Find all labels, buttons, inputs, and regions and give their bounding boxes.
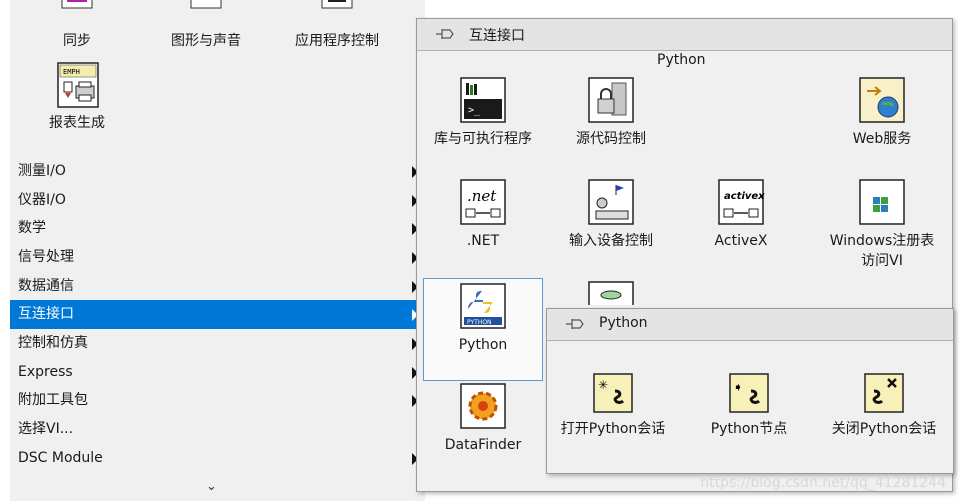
popup-title: Python (599, 315, 648, 331)
watermark: https://blog.csdn.net/qq_41281244 (700, 475, 946, 491)
svg-text:.net: .net (467, 187, 497, 205)
item-datafinder[interactable]: DataFinder (421, 383, 545, 455)
python-node-icon: ➧ (729, 373, 769, 413)
category-label: 数学 (18, 220, 46, 236)
category-label: 仪器I/O (18, 192, 66, 208)
palette-icon-report-generation[interactable]: EMPH 报表生成 (22, 62, 132, 132)
item-input-device-control[interactable]: 输入设备控制 (549, 179, 673, 251)
pin-icon[interactable] (565, 317, 585, 331)
item-database-partial[interactable] (549, 281, 673, 305)
functions-palette: 同步 图形与声音 应用程序控制 EMPH 报表生成 测量I/O 仪器I/O 数学… (0, 0, 425, 501)
windows-registry-icon (857, 179, 907, 225)
item-activex[interactable]: activex ActiveX (679, 179, 803, 251)
popup-header: Python (547, 309, 953, 341)
more-chevron-icon[interactable]: ⌄ (206, 479, 217, 494)
category-interconnect[interactable]: 互连接口 (10, 300, 422, 329)
palette-left-margin (0, 0, 10, 501)
python-popup: Python ✳ 打开Python会话 ➧ Python节点 关闭Python会… (546, 308, 954, 474)
category-measurement-io[interactable]: 测量I/O (10, 157, 422, 186)
palette-icon-app-control[interactable]: 应用程序控制 (282, 0, 392, 50)
category-addons[interactable]: 附加工具包 (10, 386, 422, 415)
palette-icon-label: 报表生成 (49, 115, 105, 131)
category-label: 选择VI... (18, 421, 74, 437)
category-data-communication[interactable]: 数据通信 (10, 272, 422, 301)
category-label: 信号处理 (18, 249, 74, 265)
item-label: Windows注册表访问VI (829, 233, 935, 269)
item-label: ActiveX (714, 233, 768, 249)
graphics-sound-icon (181, 0, 231, 26)
item-python-node[interactable]: ➧ Python节点 (683, 373, 815, 439)
category-label: DSC Module (18, 450, 103, 466)
datafinder-icon (458, 383, 508, 429)
item-label: 输入设备控制 (569, 233, 653, 249)
category-label: 数据通信 (18, 278, 74, 294)
item-label: 关闭Python会话 (831, 421, 937, 437)
item-label: Python (458, 337, 508, 353)
popup-header: 互连接口 (417, 19, 952, 51)
close-python-session-icon (864, 373, 904, 413)
popup-title: 互连接口 (469, 28, 525, 44)
section-title: Python (657, 52, 706, 68)
item-web-services[interactable]: Web服务 (817, 77, 947, 149)
sync-icon (52, 0, 102, 26)
category-express[interactable]: Express (10, 358, 422, 387)
web-services-icon (857, 77, 907, 123)
category-control-simulation[interactable]: 控制和仿真 (10, 329, 422, 358)
item-source-control[interactable]: 源代码控制 (549, 77, 673, 149)
category-label: 附加工具包 (18, 392, 88, 408)
category-dsc-module[interactable]: DSC Module (10, 444, 422, 473)
item-label: 库与可执行程序 (434, 131, 532, 147)
source-control-icon (586, 77, 636, 123)
category-label: 控制和仿真 (18, 335, 88, 351)
open-python-session-icon: ✳ (593, 373, 633, 413)
pin-icon[interactable] (435, 27, 455, 41)
item-label: .NET (466, 233, 500, 249)
libraries-executables-icon: >_ (458, 77, 508, 123)
category-select-vi[interactable]: 选择VI... (10, 415, 422, 444)
palette-icon-label: 应用程序控制 (295, 33, 379, 49)
item-dotnet[interactable]: .net .NET (421, 179, 545, 251)
item-close-python-session[interactable]: 关闭Python会话 (817, 373, 951, 439)
category-signal-processing[interactable]: 信号处理 (10, 243, 422, 272)
activex-icon: activex (716, 179, 766, 225)
item-open-python-session[interactable]: ✳ 打开Python会话 (547, 373, 679, 439)
category-instrument-io[interactable]: 仪器I/O (10, 186, 422, 215)
svg-text:✳: ✳ (598, 378, 608, 392)
input-device-control-icon (586, 179, 636, 225)
item-label: 源代码控制 (576, 131, 646, 147)
palette-icon-graphics-sound[interactable]: 图形与声音 (151, 0, 261, 50)
report-generation-icon: EMPH (52, 62, 102, 108)
svg-text:EMPH: EMPH (63, 68, 80, 76)
svg-text:➧: ➧ (733, 380, 743, 394)
category-label: 互连接口 (18, 306, 74, 322)
category-label: Express (18, 364, 73, 380)
svg-text:activex: activex (724, 191, 765, 202)
palette-icon-label: 图形与声音 (171, 33, 241, 49)
palette-icon-sync[interactable]: 同步 (22, 0, 132, 50)
item-python[interactable]: PYTHON Python (421, 283, 545, 355)
palette-icon-label: 同步 (63, 33, 91, 49)
category-math[interactable]: 数学 (10, 214, 422, 243)
item-label: 打开Python会话 (560, 421, 666, 437)
database-icon (586, 281, 636, 305)
item-label: Python节点 (710, 421, 788, 437)
python-icon: PYTHON (458, 283, 508, 329)
svg-text:PYTHON: PYTHON (467, 319, 492, 326)
item-windows-registry[interactable]: Windows注册表访问VI (813, 179, 951, 271)
item-label: Web服务 (852, 131, 912, 147)
svg-text:>_: >_ (468, 105, 481, 116)
item-label: DataFinder (444, 437, 522, 453)
category-label: 测量I/O (18, 163, 66, 179)
item-libraries-executables[interactable]: >_ 库与可执行程序 (421, 77, 545, 149)
dotnet-icon: .net (458, 179, 508, 225)
app-control-icon (312, 0, 362, 26)
